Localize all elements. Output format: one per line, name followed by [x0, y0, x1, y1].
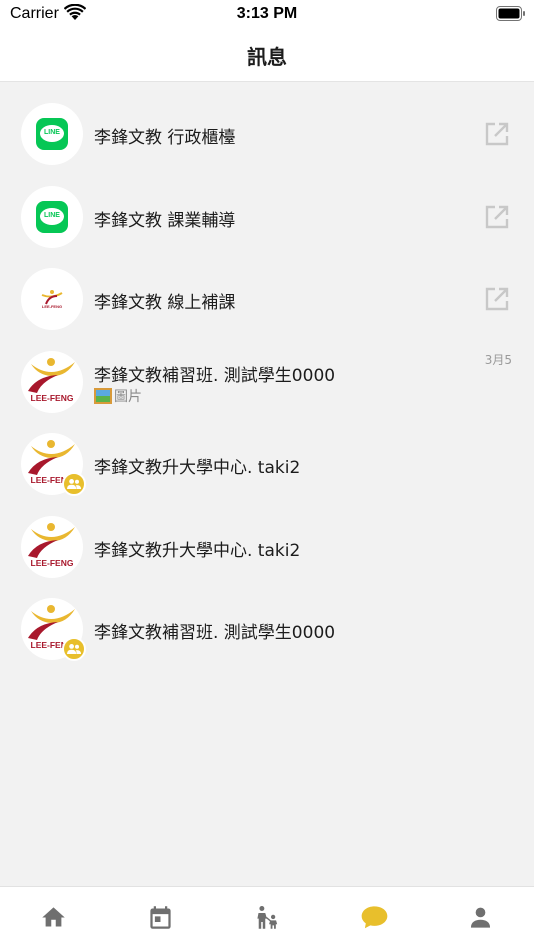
lee-feng-logo-icon: LEE-FENG — [28, 357, 75, 403]
conversation-row[interactable]: LINE 李鋒文教 課業輔導 — [0, 166, 534, 249]
conversation-row[interactable]: LEE-FENG 李鋒文教補習班. 測試學生0000 圖片 3月5 — [0, 331, 534, 414]
tab-home[interactable] — [0, 887, 107, 950]
tab-profile[interactable] — [427, 887, 534, 950]
conversation-row[interactable]: LEE-FENG 李鋒文教升大學中心. taki2 — [0, 496, 534, 579]
conversation-title: 李鋒文教 線上補課 — [94, 293, 236, 313]
group-icon — [67, 644, 81, 654]
navigation-bar: 訊息 — [0, 28, 534, 82]
status-bar: Carrier 3:13 PM — [0, 0, 534, 28]
conversation-title: 李鋒文教 課業輔導 — [94, 210, 236, 231]
lee-feng-avatar: LEE-FENG — [21, 515, 83, 578]
tab-messages[interactable] — [320, 887, 427, 950]
lee-feng-logo-icon: LEE-FENG — [41, 290, 63, 309]
conversation-row[interactable]: LEE-FENG 李鋒文教升大學中心. taki2 — [0, 413, 534, 496]
group-badge — [62, 637, 86, 661]
status-time: 3:13 PM — [236, 5, 298, 22]
home-icon — [42, 907, 65, 927]
line-logo-icon: LINE — [36, 118, 68, 150]
lee-feng-avatar: LEE-FENG — [21, 598, 86, 661]
tab-calendar[interactable] — [107, 887, 214, 950]
battery-icon — [496, 6, 525, 21]
group-badge — [62, 472, 86, 496]
tab-family[interactable] — [214, 887, 321, 950]
lee-feng-logo-icon: LEE-FENG — [28, 522, 75, 568]
line-avatar: LINE — [21, 103, 83, 165]
lee-feng-avatar: LEE-FENG — [21, 433, 86, 496]
conversation-title: 李鋒文教升大學中心. taki2 — [94, 458, 301, 478]
external-link-icon[interactable] — [484, 204, 510, 230]
calendar-icon — [150, 906, 171, 929]
external-link-icon[interactable] — [484, 121, 510, 147]
lee-feng-avatar: LEE-FENG — [21, 350, 83, 413]
conversation-row[interactable]: LINE 李鋒文教 行政櫃檯 — [0, 83, 534, 166]
page-title: 訊息 — [247, 45, 287, 69]
conversation-title: 李鋒文教補習班. 測試學生0000 — [94, 623, 336, 643]
lee-feng-avatar: LEE-FENG — [21, 268, 83, 330]
conversation-row[interactable]: LEE-FENG 李鋒文教 線上補課 — [0, 248, 534, 331]
svg-text:LEE-FENG: LEE-FENG — [31, 558, 74, 568]
conversation-list: LINE 李鋒文教 行政櫃檯 LINE 李鋒文教 課業輔導 LEE-FENG 李… — [0, 83, 534, 661]
conversation-title: 李鋒文教 行政櫃檯 — [94, 128, 236, 148]
chat-bubble-icon — [362, 906, 388, 929]
line-avatar: LINE — [21, 185, 83, 248]
conversation-title: 李鋒文教補習班. 測試學生0000 — [94, 365, 336, 386]
last-message-preview: 圖片 — [94, 386, 142, 406]
svg-text:LEE-FENG: LEE-FENG — [31, 393, 74, 403]
svg-text:LEE-FENG: LEE-FENG — [42, 304, 62, 309]
tab-bar — [0, 886, 534, 950]
parent-child-icon — [256, 906, 277, 929]
conversation-row[interactable]: LEE-FENG 李鋒文教補習班. 測試學生0000 — [0, 578, 534, 661]
picture-icon — [94, 387, 112, 404]
external-link-icon[interactable] — [484, 286, 510, 312]
group-icon — [67, 479, 81, 489]
conversation-date: 3月5 — [484, 352, 512, 367]
person-icon — [471, 907, 491, 928]
line-logo-icon: LINE — [36, 200, 68, 233]
conversation-title: 李鋒文教升大學中心. taki2 — [94, 540, 301, 561]
